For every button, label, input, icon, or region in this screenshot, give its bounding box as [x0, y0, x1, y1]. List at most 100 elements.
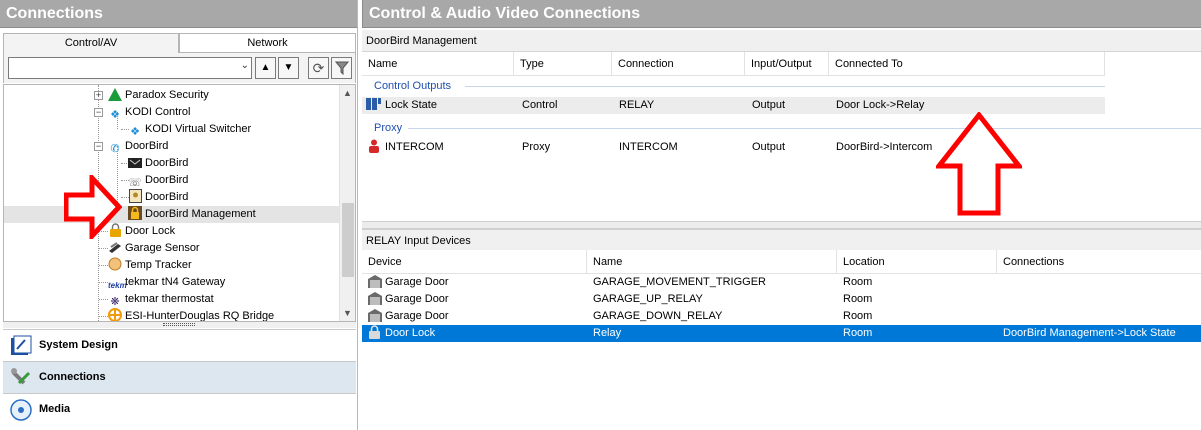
row-name-cell: INTERCOM [366, 139, 444, 156]
tree-item-doorbird-camera[interactable]: DoorBird [128, 155, 188, 172]
tree-item-esi-hunterdouglas-bridge[interactable]: ESI-HunterDouglas RQ Bridge [108, 308, 275, 322]
panel-splitter[interactable] [3, 322, 356, 328]
tree-item-label: ESI-HunterDouglas RQ Bridge [125, 310, 275, 322]
refresh-icon: ⟳ [312, 60, 325, 76]
table-row[interactable] [362, 308, 1201, 325]
tree-item-garage-sensor[interactable]: Garage Sensor [108, 240, 200, 257]
control-av-connections-panel: Control & Audio Video Connections DoorBi… [362, 0, 1201, 430]
navigate-up-button[interactable]: ▲ [255, 57, 276, 79]
chevron-down-icon[interactable]: ▼ [343, 308, 352, 318]
tree-item-label: KODI Virtual Switcher [145, 123, 252, 135]
splitter-grip[interactable] [163, 323, 195, 326]
collapse-doorbird-toggle[interactable]: − [94, 142, 103, 151]
tree-item-label: tekmar tN4 Gateway [125, 276, 226, 288]
row-io-cell: Output [752, 141, 786, 153]
collapse-kodi-toggle[interactable]: − [94, 108, 103, 117]
group-header-proxy: Proxy [374, 122, 403, 134]
bridge-icon [108, 308, 122, 321]
nav-label: Connections [39, 371, 106, 383]
device-cell: Garage Door [367, 291, 449, 308]
table-row[interactable] [362, 274, 1201, 291]
column-header-input-output[interactable]: Input/Output [745, 52, 829, 76]
connections-cell: DoorBird Management->Lock State [1003, 327, 1176, 339]
nav-system-design[interactable]: System Design [3, 329, 356, 361]
intercom-icon: ☏ [128, 177, 142, 189]
name-cell: GARAGE_UP_RELAY [593, 293, 703, 305]
tree-item-doorbird-intercom[interactable]: ☏ DoorBird [128, 172, 188, 189]
nav-connections[interactable]: Connections [3, 361, 356, 393]
tree-item-kodi-virtual-switcher[interactable]: ❖ KODI Virtual Switcher [128, 121, 251, 138]
tree-item-doorbird-doorbell[interactable]: DoorBird [128, 189, 188, 206]
tree-item-label: Temp Tracker [125, 259, 192, 271]
column-header-connections[interactable]: Connections [997, 250, 1201, 274]
tree-item-label: DoorBird [145, 191, 189, 203]
tree-item-temp-tracker[interactable]: Temp Tracker [108, 257, 192, 274]
column-header-connected-to[interactable]: Connected To [829, 52, 1105, 76]
device-cell: Door Lock [367, 325, 435, 342]
row-name-cell: Lock State [366, 97, 437, 114]
filter-button[interactable] [331, 57, 352, 79]
tab-control-av[interactable]: Control/AV [3, 33, 179, 53]
row-type-cell: Control [522, 99, 558, 111]
column-header-name[interactable]: Name [362, 52, 514, 76]
column-header-location[interactable]: Location [837, 250, 997, 274]
sensor-icon [108, 242, 122, 256]
relay-icon [366, 97, 382, 111]
lock-icon [367, 325, 382, 339]
column-header-connection[interactable]: Connection [612, 52, 745, 76]
refresh-button[interactable]: ⟳ [308, 57, 329, 79]
tree-item-doorbird[interactable]: ✆ DoorBird [108, 138, 168, 155]
relay-input-devices-section-title: RELAY Input Devices [362, 229, 1201, 251]
tree-item-doorbird-management[interactable]: DoorBird Management [4, 206, 340, 223]
tree-item-tekmar-thermostat[interactable]: ❋ tekmar thermostat [108, 291, 213, 308]
row-connection-cell: INTERCOM [619, 141, 678, 153]
kodi-icon: ❖ [110, 109, 120, 121]
name-cell: Relay [593, 327, 622, 339]
row-connected-to-cell: Door Lock->Relay [836, 99, 925, 111]
doorbird-icon: ✆ [110, 143, 120, 155]
row-connection-cell: RELAY [619, 99, 655, 111]
chevron-up-icon[interactable]: ▲ [343, 88, 352, 98]
tree-scrollbar[interactable]: ▲ ▼ [339, 85, 355, 321]
tree-item-label: DoorBird Management [145, 208, 256, 220]
filter-toolbar: ⌄ ▲ ▼ ⟳ [3, 53, 356, 83]
tab-network[interactable]: Network [179, 33, 356, 53]
doorbird-management-section-title: DoorBird Management [362, 30, 1201, 52]
table-row[interactable] [362, 291, 1201, 308]
tree-item-label: Door Lock [125, 225, 176, 237]
chevron-up-icon: ▲ [260, 62, 271, 73]
row-type-cell: Proxy [522, 141, 551, 153]
control-av-panel-title: Control & Audio Video Connections [362, 0, 1201, 28]
annotation-arrow-up-icon [936, 112, 1022, 216]
camera-icon [128, 157, 142, 171]
connections-icon [10, 367, 32, 389]
expand-paradox-toggle[interactable]: + [94, 91, 103, 100]
connections-panel-title: Connections [0, 0, 357, 28]
navigate-down-button[interactable]: ▼ [278, 57, 299, 79]
kodi-icon: ❖ [130, 126, 140, 138]
tree-item-label: DoorBird [145, 157, 189, 169]
garage-door-icon [367, 309, 382, 323]
intercom-proxy-icon [366, 139, 382, 153]
column-header-type[interactable]: Type [514, 52, 612, 76]
tree-item-kodi-control[interactable]: ❖ KODI Control [108, 104, 190, 121]
tree-item-tekmar-gateway[interactable]: tekmtekmar tN4 Gateway [108, 274, 225, 291]
row-connected-to-cell: DoorBird->Intercom [836, 141, 933, 153]
scrollbar-thumb[interactable] [342, 203, 354, 277]
tree-item-label: KODI Control [125, 106, 191, 118]
chevron-down-icon[interactable]: ⌄ [241, 60, 249, 71]
nav-label: System Design [39, 339, 118, 351]
tree-item-paradox-security[interactable]: Paradox Security [108, 87, 209, 104]
pane-splitter[interactable] [362, 221, 1201, 229]
row-io-cell: Output [752, 99, 786, 111]
column-header-device[interactable]: Device [362, 250, 587, 274]
name-cell: GARAGE_DOWN_RELAY [593, 310, 723, 322]
garage-door-icon [367, 292, 382, 306]
column-header-name[interactable]: Name [587, 250, 837, 274]
nav-media[interactable]: Media [3, 393, 356, 425]
name-cell: GARAGE_MOVEMENT_TRIGGER [593, 276, 766, 288]
search-combobox[interactable]: ⌄ [8, 57, 252, 79]
doorbell-icon [128, 189, 142, 203]
system-design-icon [10, 335, 32, 357]
filter-icon [334, 61, 349, 76]
